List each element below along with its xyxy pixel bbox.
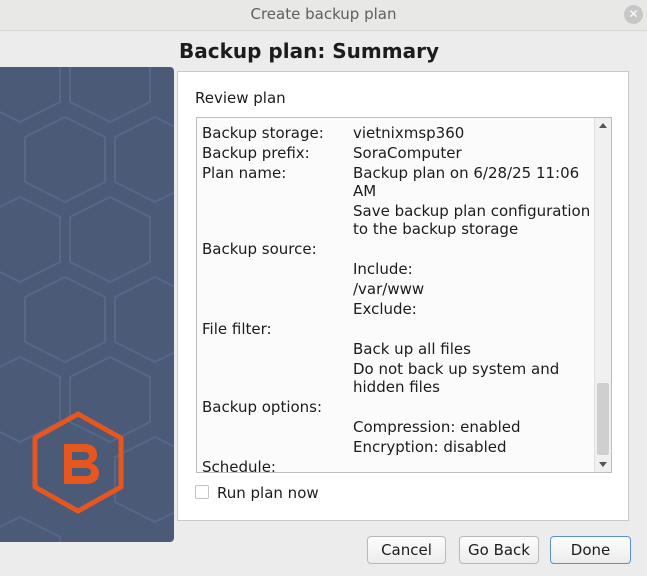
save-config-text-cont: to the backup storage bbox=[353, 220, 519, 238]
backup-prefix-key: Backup prefix: bbox=[202, 144, 310, 162]
title-bar: Create backup plan ✕ bbox=[0, 0, 647, 31]
file-filter-value: Back up all files bbox=[353, 340, 471, 358]
schedule-key: Schedule: bbox=[202, 458, 276, 473]
brand-logo-icon bbox=[32, 411, 124, 514]
hidden-files-text-cont: hidden files bbox=[353, 378, 440, 396]
review-plan-label: Review plan bbox=[195, 89, 286, 107]
backup-options-key: Backup options: bbox=[202, 398, 323, 416]
save-config-text: Save backup plan configuration bbox=[353, 202, 591, 220]
exclude-label: Exclude: bbox=[353, 300, 417, 318]
plan-name-key: Plan name: bbox=[202, 164, 287, 182]
backup-storage-value: vietnixmsp360 bbox=[353, 124, 465, 142]
brand-side-panel bbox=[0, 67, 174, 542]
page-title: Backup plan: Summary bbox=[179, 39, 439, 63]
window-title: Create backup plan bbox=[250, 5, 397, 23]
scrollbar-thumb[interactable] bbox=[597, 383, 609, 455]
plan-name-value-cont: AM bbox=[353, 182, 377, 200]
include-path: /var/www bbox=[353, 280, 425, 298]
scroll-up-icon[interactable] bbox=[599, 123, 607, 128]
done-button[interactable]: Done bbox=[550, 536, 631, 564]
run-plan-now-label[interactable]: Run plan now bbox=[217, 484, 319, 502]
close-icon[interactable]: ✕ bbox=[624, 5, 643, 24]
hidden-files-text: Do not back up system and bbox=[353, 360, 560, 378]
summary-list[interactable]: Backup storage: vietnixmsp360 Backup pre… bbox=[196, 117, 612, 473]
plan-name-value: Backup plan on 6/28/25 11:06 bbox=[353, 164, 580, 182]
file-filter-key: File filter: bbox=[202, 320, 272, 338]
scroll-down-icon[interactable] bbox=[599, 462, 607, 467]
run-plan-now-checkbox[interactable] bbox=[195, 485, 209, 499]
hexagon-pattern bbox=[0, 67, 174, 542]
cancel-button[interactable]: Cancel bbox=[367, 536, 446, 564]
go-back-button[interactable]: Go Back bbox=[459, 536, 539, 564]
backup-source-key: Backup source: bbox=[202, 240, 317, 258]
summary-scrollbar[interactable] bbox=[594, 118, 611, 472]
backup-storage-key: Backup storage: bbox=[202, 124, 324, 142]
include-label: Include: bbox=[353, 260, 413, 278]
encryption-value: Encryption: disabled bbox=[353, 438, 507, 456]
compression-value: Compression: enabled bbox=[353, 418, 521, 436]
backup-prefix-value: SoraComputer bbox=[353, 144, 462, 162]
